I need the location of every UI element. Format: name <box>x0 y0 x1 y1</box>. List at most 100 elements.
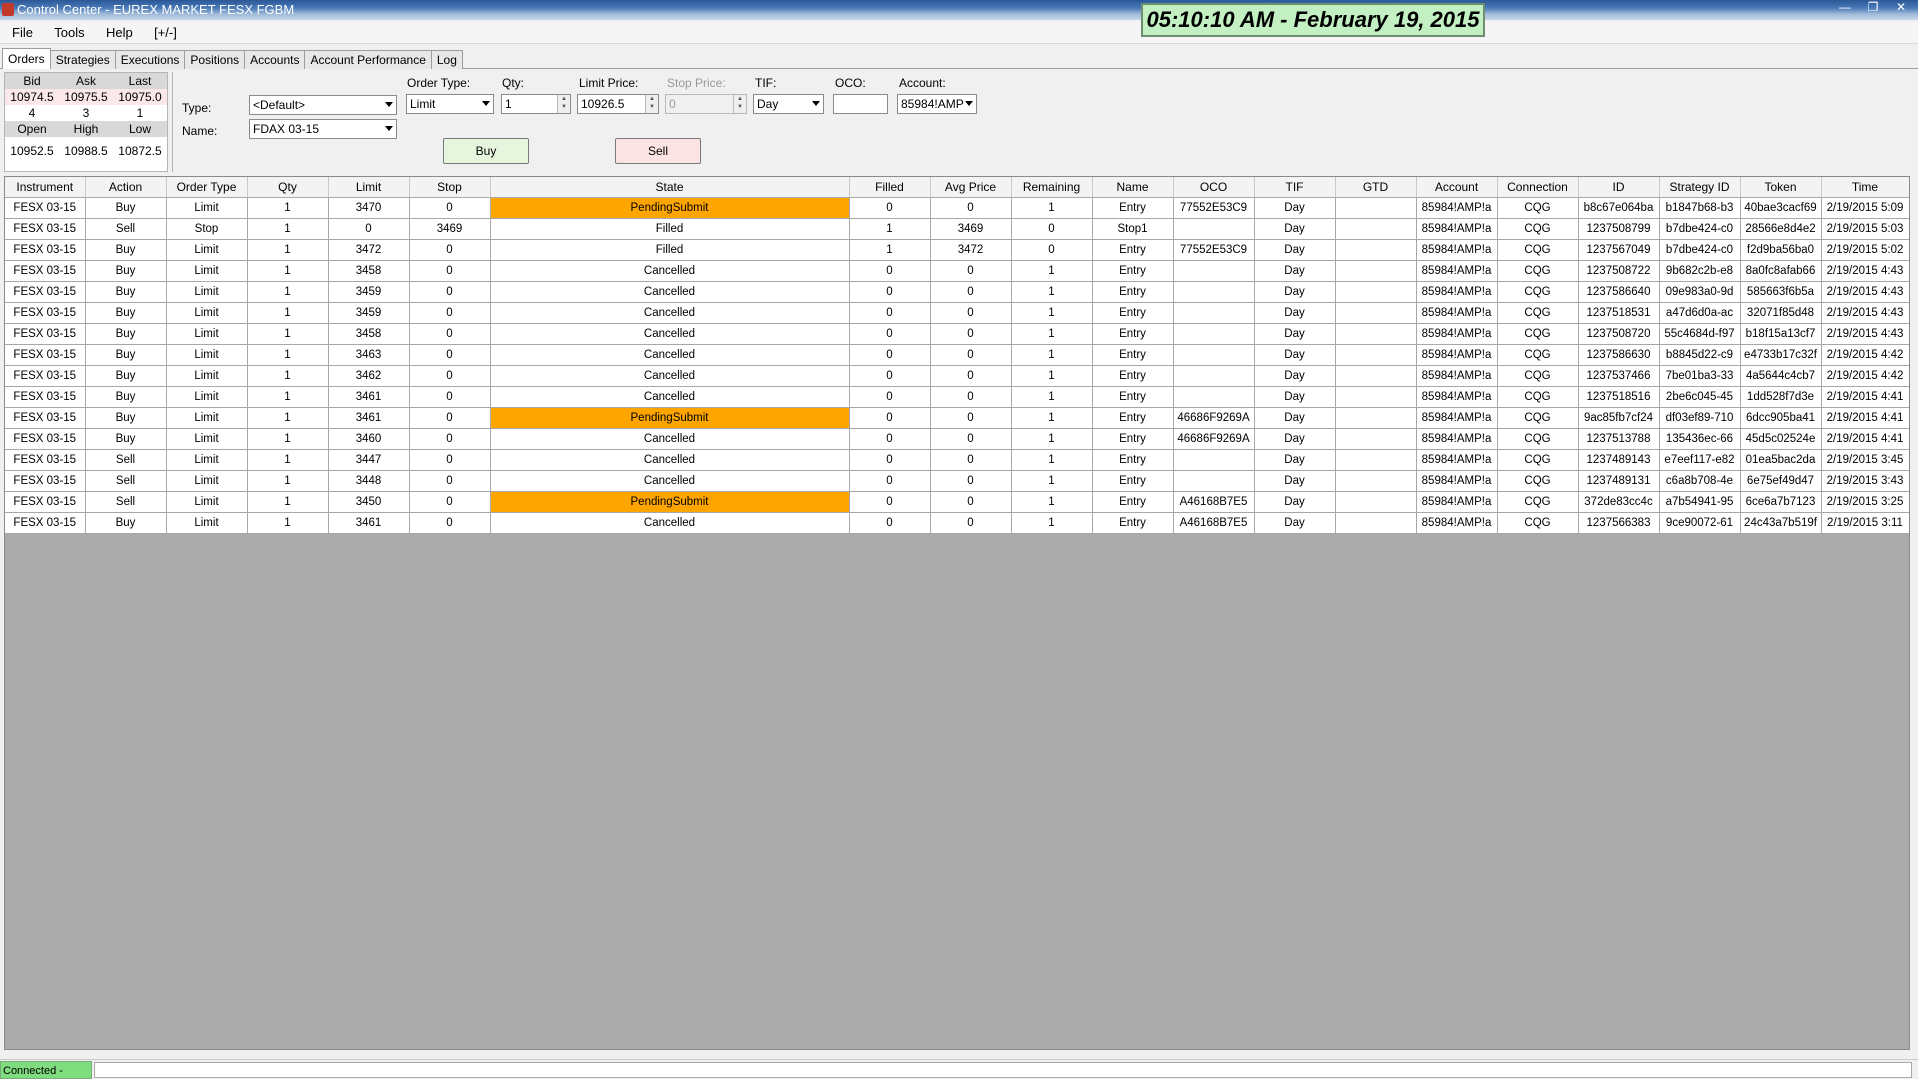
table-cell: FESX 03-15 <box>5 428 86 450</box>
table-row[interactable]: FESX 03-15 Buy Limit 1 3461 0 PendingSubmit 0 0 1… <box>5 407 1909 429</box>
chevron-down-icon <box>812 101 820 106</box>
table-row[interactable]: FESX 03-15 Sell Stop 1 0 3469 Filled 1 3469 0 Stop… <box>5 218 1909 240</box>
table-cell: 1 <box>1011 260 1093 282</box>
spinner-icon[interactable]: ▲ ▼ <box>645 95 658 113</box>
column-header[interactable]: Token <box>1740 177 1822 198</box>
table-cell: 3462 <box>328 365 410 387</box>
table-cell: 6ce6a7b7123 <box>1740 491 1822 513</box>
table-row[interactable]: FESX 03-15 Sell Limit 1 3450 0 PendingSubmit 0 0… <box>5 491 1909 513</box>
table-cell: Day <box>1254 491 1336 513</box>
quote-open-value: 10952.5 <box>10 144 54 158</box>
column-header[interactable]: Account <box>1416 177 1498 198</box>
table-cell: f2d9ba56ba0 <box>1740 239 1822 261</box>
quote-ask-price[interactable]: 10975.5 <box>59 89 113 105</box>
menu-toggle[interactable]: [+/-] <box>154 22 177 44</box>
table-row[interactable]: FESX 03-15 Sell Limit 1 3448 0 Cancelled 0 0 1 Ent… <box>5 470 1909 492</box>
table-cell: 3470 <box>328 196 410 219</box>
table-row[interactable]: FESX 03-15 Buy Limit 1 3462 0 Cancelled 0 0 1 Entr… <box>5 365 1909 387</box>
table-cell: b7dbe424-c0 <box>1659 218 1741 240</box>
table-cell: 1 <box>1011 344 1093 366</box>
column-header[interactable]: Stop <box>409 177 491 198</box>
minimize-icon[interactable]: — <box>1832 0 1858 16</box>
oco-input[interactable] <box>833 94 888 114</box>
column-header[interactable]: Remaining <box>1011 177 1093 198</box>
tab-account-performance[interactable]: Account Performance <box>304 50 432 69</box>
tab-positions[interactable]: Positions <box>184 50 246 69</box>
column-header[interactable]: Qty <box>247 177 329 198</box>
table-cell: Buy <box>85 407 167 429</box>
table-cell: 3469 <box>409 218 491 240</box>
tab-orders[interactable]: Orders <box>2 48 51 69</box>
tab-accounts[interactable]: Accounts <box>244 50 306 69</box>
table-row[interactable]: FESX 03-15 Buy Limit 1 3472 0 Filled 1 3472 0 Entr… <box>5 239 1909 261</box>
table-row[interactable]: FESX 03-15 Buy Limit 1 3470 0 PendingSubmit 0 0 1… <box>5 196 1909 219</box>
table-row[interactable]: FESX 03-15 Sell Limit 1 3447 0 Cancelled 0 0 1 Ent… <box>5 449 1909 471</box>
column-header[interactable]: Time <box>1821 177 1909 198</box>
tif-select[interactable]: Day <box>753 94 824 114</box>
table-cell: 2/19/2015 4:43 <box>1821 281 1909 303</box>
tab-strategies[interactable]: Strategies <box>49 50 116 69</box>
column-header[interactable]: Filled <box>849 177 931 198</box>
column-header[interactable]: Limit <box>328 177 410 198</box>
table-row[interactable]: FESX 03-15 Buy Limit 1 3461 0 Cancelled 0 0 1 Entr… <box>5 386 1909 408</box>
table-cell <box>1173 365 1255 387</box>
table-row[interactable]: FESX 03-15 Buy Limit 1 3460 0 Cancelled 0 0 1 Entr… <box>5 428 1909 450</box>
column-header[interactable]: State <box>490 177 850 198</box>
column-header[interactable]: Action <box>85 177 167 198</box>
column-header[interactable]: Connection <box>1497 177 1579 198</box>
table-cell <box>1173 302 1255 324</box>
table-cell: Day <box>1254 470 1336 492</box>
table-cell: Limit <box>166 470 248 492</box>
table-cell: 2/19/2015 4:41 <box>1821 407 1909 429</box>
table-cell <box>1335 428 1417 450</box>
account-select[interactable]: 85984!AMP <box>897 94 977 114</box>
table-row[interactable]: FESX 03-15 Buy Limit 1 3461 0 Cancelled 0 0 1 Entr… <box>5 512 1909 534</box>
tab-executions[interactable]: Executions <box>114 50 186 69</box>
column-header[interactable]: Instrument <box>5 177 86 198</box>
sell-button[interactable]: Sell <box>615 138 701 164</box>
buy-button[interactable]: Buy <box>443 138 529 164</box>
table-body: FESX 03-15 Buy Limit 1 3470 0 PendingSubmit 0 0 1… <box>5 196 1909 534</box>
table-cell: Limit <box>166 449 248 471</box>
qty-stepper[interactable]: 1 ▲ ▼ <box>501 94 571 114</box>
table-cell: b18f15a13cf7 <box>1740 323 1822 345</box>
table-row[interactable]: FESX 03-15 Buy Limit 1 3458 0 Cancelled 0 0 1 Entr… <box>5 323 1909 345</box>
table-cell: FESX 03-15 <box>5 302 86 324</box>
table-row[interactable]: FESX 03-15 Buy Limit 1 3458 0 Cancelled 0 0 1 Entr… <box>5 260 1909 282</box>
column-header[interactable]: ID <box>1578 177 1660 198</box>
table-row[interactable]: FESX 03-15 Buy Limit 1 3463 0 Cancelled 0 0 1 Entr… <box>5 344 1909 366</box>
column-header[interactable]: GTD <box>1335 177 1417 198</box>
table-cell: 0 <box>409 407 491 429</box>
menu-tools[interactable]: Tools <box>54 22 84 44</box>
menu-help[interactable]: Help <box>106 22 133 44</box>
table-cell <box>1173 449 1255 471</box>
column-header[interactable]: Avg Price <box>930 177 1012 198</box>
table-cell <box>1335 302 1417 324</box>
column-header[interactable]: TIF <box>1254 177 1336 198</box>
column-header[interactable]: OCO <box>1173 177 1255 198</box>
column-header[interactable]: Strategy ID <box>1659 177 1741 198</box>
close-icon[interactable]: ✕ <box>1888 0 1914 16</box>
table-row[interactable]: FESX 03-15 Buy Limit 1 3459 0 Cancelled 0 0 1 Entr… <box>5 302 1909 324</box>
table-cell: 09e983a0-9d <box>1659 281 1741 303</box>
window-title: Control Center - EUREX MARKET FESX FGBM <box>17 2 295 17</box>
limit-price-stepper[interactable]: 10926.5 ▲ ▼ <box>577 94 659 114</box>
table-cell: CQG <box>1497 344 1579 366</box>
type-select[interactable]: <Default> <box>249 95 397 115</box>
table-row[interactable]: FESX 03-15 Buy Limit 1 3459 0 Cancelled 0 0 1 Entr… <box>5 281 1909 303</box>
tab-log[interactable]: Log <box>430 50 463 69</box>
spinner-icon[interactable]: ▲ ▼ <box>557 95 570 113</box>
column-header[interactable]: Order Type <box>166 177 248 198</box>
table-cell: 7be01ba3-33 <box>1659 365 1741 387</box>
table-cell: Limit <box>166 260 248 282</box>
order-type-select[interactable]: Limit <box>406 94 494 114</box>
name-select[interactable]: FDAX 03-15 <box>249 119 397 139</box>
maximize-icon[interactable]: ❐ <box>1860 0 1886 16</box>
menu-file[interactable]: File <box>12 22 33 44</box>
quote-bid-price[interactable]: 10974.5 <box>5 89 59 105</box>
column-header[interactable]: Name <box>1092 177 1174 198</box>
quote-last-price: 10975.0 <box>118 90 162 104</box>
table-cell: Limit <box>166 239 248 261</box>
table-cell: FESX 03-15 <box>5 239 86 261</box>
table-cell: Cancelled <box>490 386 850 408</box>
